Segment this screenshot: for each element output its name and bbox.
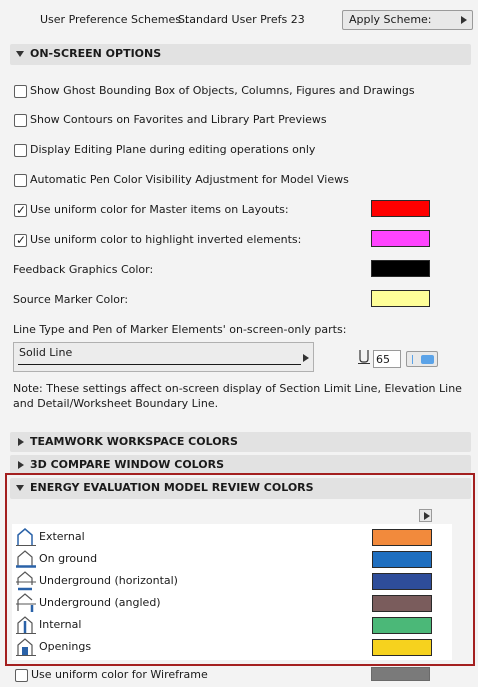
on-ground-surface-icon <box>15 549 37 569</box>
triangle-right-icon <box>424 512 430 520</box>
section-energy-label: ENERGY EVALUATION MODEL REVIEW COLORS <box>30 481 314 494</box>
solid-line-preview <box>18 364 301 365</box>
energy-row-label: Openings <box>39 640 92 653</box>
energy-color-swatch[interactable] <box>372 595 432 612</box>
master-items-color-label: Use uniform color for Master items on La… <box>30 203 289 216</box>
section-onscreen-options[interactable]: ON-SCREEN OPTIONS <box>10 44 471 65</box>
openings-icon <box>15 637 37 657</box>
pen-divider <box>412 355 413 364</box>
chevron-down-icon <box>16 485 24 491</box>
energy-row-underground-horizontal[interactable]: Underground (horizontal) <box>15 570 435 592</box>
energy-row-on-ground[interactable]: On ground <box>15 548 435 570</box>
apply-scheme-label: Apply Scheme: <box>349 13 432 26</box>
checkmark-icon: ✓ <box>16 203 27 217</box>
section-3d-compare-label: 3D COMPARE WINDOW COLORS <box>30 458 225 471</box>
energy-row-underground-angled[interactable]: Underground (angled) <box>15 592 435 614</box>
inverted-elements-color-checkbox[interactable]: ✓ <box>14 233 27 247</box>
auto-pen-color-checkbox[interactable] <box>14 174 27 187</box>
energy-color-swatch[interactable] <box>372 529 432 546</box>
underground-horizontal-icon <box>15 571 37 591</box>
wireframe-uniform-color-checkbox[interactable] <box>15 669 28 682</box>
energy-options-button[interactable] <box>419 509 432 522</box>
energy-row-label: Underground (horizontal) <box>39 574 178 587</box>
inverted-elements-color-swatch[interactable] <box>371 230 430 247</box>
linetype-dropdown[interactable]: Solid Line <box>13 342 314 372</box>
energy-row-label: Underground (angled) <box>39 596 161 609</box>
chevron-right-icon <box>18 461 24 469</box>
show-contours-label: Show Contours on Favorites and Library P… <box>30 113 327 126</box>
onscreen-note: Note: These settings affect on-screen di… <box>13 382 462 410</box>
show-contours-checkbox[interactable] <box>14 114 27 127</box>
source-marker-label: Source Marker Color: <box>13 293 129 306</box>
checkmark-icon: ✓ <box>16 233 27 247</box>
external-surface-icon <box>15 527 37 547</box>
energy-color-swatch[interactable] <box>372 551 432 568</box>
pen-color-button[interactable] <box>406 351 438 367</box>
pen-color-chip <box>421 355 434 364</box>
apply-scheme-button[interactable]: Apply Scheme: <box>342 10 473 30</box>
energy-row-openings[interactable]: Openings <box>15 636 435 658</box>
section-teamwork-workspace-colors[interactable]: TEAMWORK WORKSPACE COLORS <box>10 432 471 452</box>
source-marker-color-swatch[interactable] <box>371 290 430 307</box>
display-editing-plane-checkbox[interactable] <box>14 144 27 157</box>
section-teamwork-label: TEAMWORK WORKSPACE COLORS <box>30 435 238 448</box>
energy-color-swatch[interactable] <box>372 639 432 656</box>
triangle-right-icon <box>461 16 467 24</box>
chevron-down-icon <box>16 51 24 57</box>
display-editing-plane-label: Display Editing Plane during editing ope… <box>30 143 316 156</box>
section-3d-compare-window-colors[interactable]: 3D COMPARE WINDOW COLORS <box>10 455 471 475</box>
wireframe-color-swatch[interactable] <box>371 667 430 681</box>
auto-pen-color-label: Automatic Pen Color Visibility Adjustmen… <box>30 173 349 186</box>
underground-angled-icon <box>15 593 37 613</box>
energy-row-label: External <box>39 530 85 543</box>
feedback-graphics-color-swatch[interactable] <box>371 260 430 277</box>
energy-row-internal[interactable]: Internal <box>15 614 435 636</box>
section-onscreen-options-label: ON-SCREEN OPTIONS <box>30 47 162 60</box>
linetype-label: Line Type and Pen of Marker Elements' on… <box>13 323 347 336</box>
triangle-right-icon <box>303 354 309 362</box>
energy-color-swatch[interactable] <box>372 617 432 634</box>
internal-surface-icon <box>15 615 37 635</box>
master-items-color-swatch[interactable] <box>371 200 430 217</box>
scheme-label: User Preference Schemes : <box>40 13 189 26</box>
ghost-bounding-box-checkbox[interactable] <box>14 85 27 98</box>
energy-color-swatch[interactable] <box>372 573 432 590</box>
pen-icon <box>358 350 370 364</box>
pen-number-value: 65 <box>376 353 390 366</box>
master-items-color-checkbox[interactable]: ✓ <box>14 203 27 217</box>
inverted-elements-color-label: Use uniform color to highlight inverted … <box>30 233 302 246</box>
energy-row-label: On ground <box>39 552 98 565</box>
feedback-graphics-label: Feedback Graphics Color: <box>13 263 154 276</box>
linetype-value: Solid Line <box>19 346 73 359</box>
chevron-right-icon <box>18 438 24 446</box>
pen-number-field[interactable]: 65 <box>373 350 401 368</box>
energy-row-label: Internal <box>39 618 82 631</box>
energy-row-external[interactable]: External <box>15 526 435 548</box>
ghost-bounding-box-label: Show Ghost Bounding Box of Objects, Colu… <box>30 84 415 97</box>
section-energy-evaluation-colors[interactable]: ENERGY EVALUATION MODEL REVIEW COLORS <box>10 478 471 499</box>
wireframe-uniform-color-label: Use uniform color for Wireframe <box>31 668 208 681</box>
scheme-value: Standard User Prefs 23 <box>178 13 305 26</box>
